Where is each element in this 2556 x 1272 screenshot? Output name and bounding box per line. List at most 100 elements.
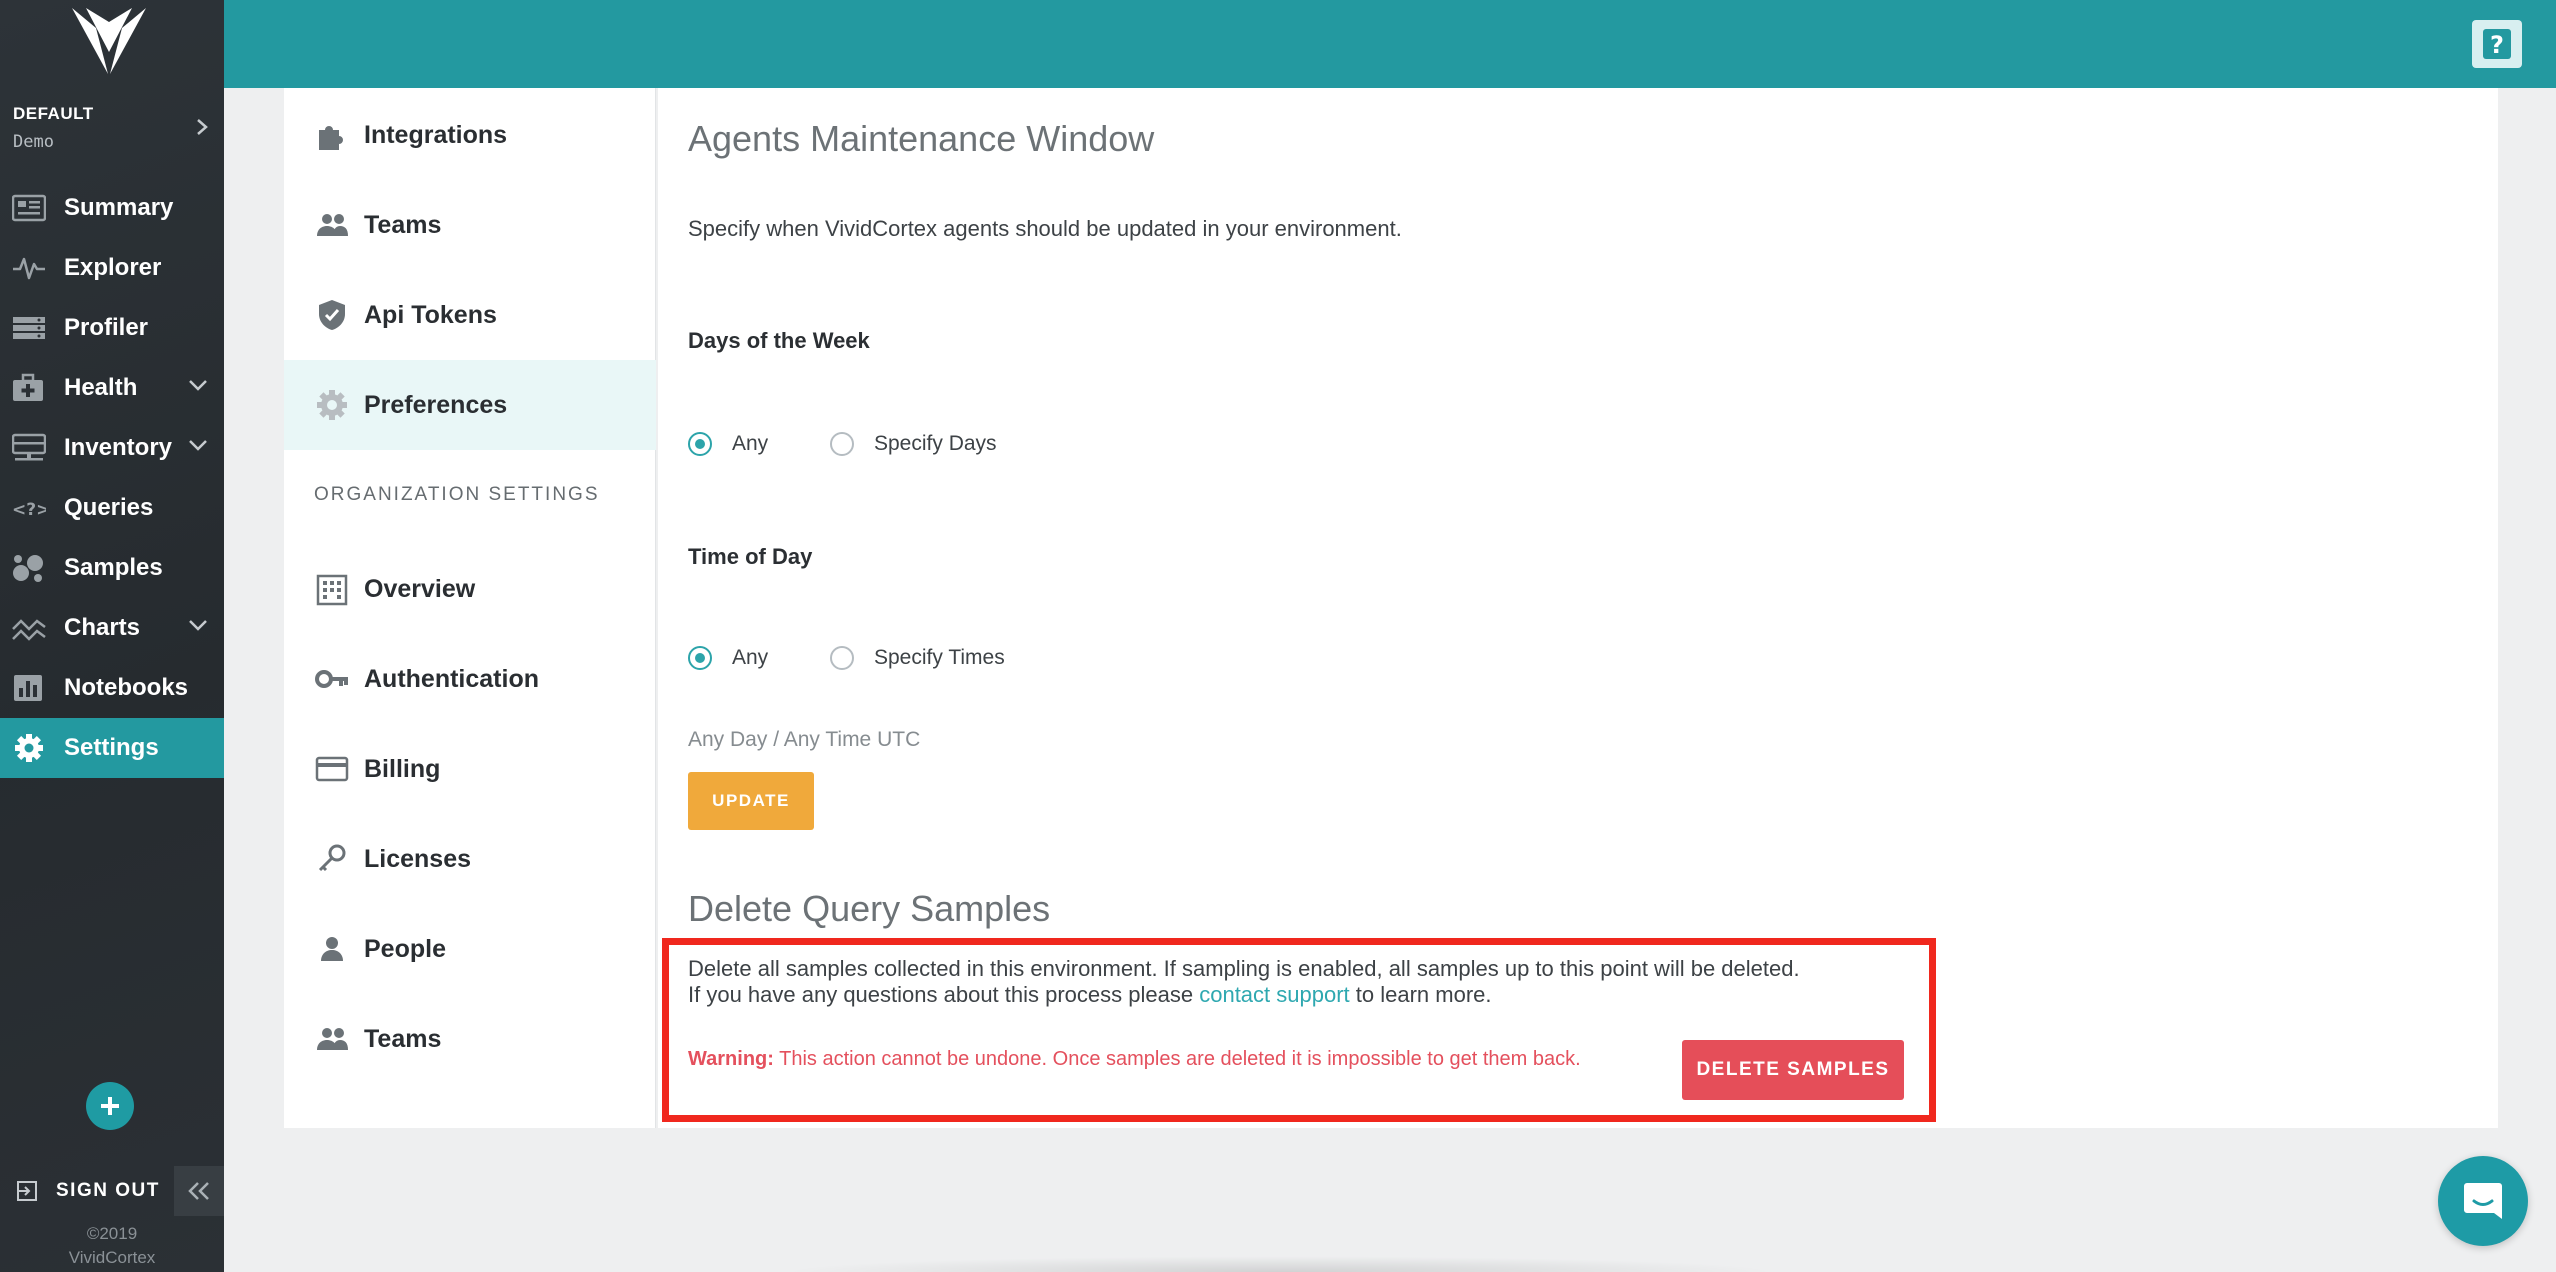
nav-item-queries[interactable]: <?> Queries: [0, 478, 224, 538]
help-text-suffix: to learn more.: [1349, 982, 1492, 1007]
vividcortex-logo-icon[interactable]: [72, 8, 146, 76]
gear-icon: [314, 387, 350, 423]
submenu-item-label: Integrations: [364, 120, 508, 149]
time-specify-radio[interactable]: Specify Times: [830, 646, 1005, 670]
warning-label: Warning:: [688, 1048, 774, 1070]
days-any-radio[interactable]: Any: [688, 432, 768, 456]
chat-bubble-icon: [2464, 1183, 2502, 1219]
submenu-item-label: Authentication: [364, 664, 539, 693]
submenu-item-label: Licenses: [364, 844, 472, 873]
radio-label: Specify Times: [874, 646, 1005, 669]
inventory-icon: [12, 432, 52, 464]
submenu-item-label: People: [364, 934, 446, 963]
chevron-down-icon: [189, 380, 207, 391]
submenu-item-licenses[interactable]: Licenses: [284, 814, 656, 904]
nav-list: Summary Explorer Profiler Health Invento…: [0, 178, 224, 778]
delete-samples-button[interactable]: DELETE SAMPLES: [1682, 1040, 1904, 1100]
update-button[interactable]: UPDATE: [688, 772, 814, 830]
help-button[interactable]: ?: [2472, 20, 2522, 68]
submenu-item-api-tokens[interactable]: Api Tokens: [284, 270, 656, 360]
submenu-item-org-teams[interactable]: Teams: [284, 994, 656, 1084]
add-button[interactable]: [86, 1082, 134, 1130]
people-icon: [314, 207, 350, 243]
nav-item-label: Settings: [64, 734, 159, 761]
question-mark-icon: ?: [2483, 29, 2511, 59]
organization-settings-heading: ORGANIZATION SETTINGS: [314, 484, 600, 505]
submenu-item-people[interactable]: People: [284, 904, 656, 994]
settings-submenu: Integrations Teams Api Tokens Preference…: [284, 88, 656, 1128]
footer-shadow: [780, 1256, 1780, 1272]
people-icon: [314, 1021, 350, 1057]
time-of-day-heading: Time of Day: [688, 544, 813, 569]
charts-icon: [12, 612, 52, 644]
nav-item-label: Explorer: [64, 254, 162, 281]
submenu-item-integrations[interactable]: Integrations: [284, 90, 656, 180]
nav-item-samples[interactable]: Samples: [0, 538, 224, 598]
copyright-year: ©2019: [86, 1224, 138, 1243]
schedule-summary: Any Day / Any Time UTC: [688, 728, 921, 751]
delete-samples-description: Delete all samples collected in this env…: [688, 956, 1800, 981]
nav-item-health[interactable]: Health: [0, 358, 224, 418]
submenu-item-billing[interactable]: Billing: [284, 724, 656, 814]
chevron-down-icon: [189, 620, 207, 631]
radio-unselected-indicator: [830, 646, 854, 670]
nav-item-label: Queries: [64, 494, 154, 521]
time-any-radio[interactable]: Any: [688, 646, 768, 670]
submenu-item-label: Teams: [364, 210, 442, 239]
nav-item-charts[interactable]: Charts: [0, 598, 224, 658]
notebooks-icon: [12, 672, 52, 704]
submenu-item-label: Overview: [364, 574, 476, 603]
environment-switcher[interactable]: DEFAULT Demo: [13, 104, 213, 156]
submenu-item-label: Preferences: [364, 390, 508, 419]
submenu-item-overview[interactable]: Overview: [284, 544, 656, 634]
top-bar: [224, 0, 2556, 88]
days-specify-radio[interactable]: Specify Days: [830, 432, 997, 456]
profiler-icon: [12, 312, 52, 344]
nav-item-label: Samples: [64, 554, 163, 581]
license-key-icon: [314, 841, 350, 877]
nav-item-settings[interactable]: Settings: [0, 718, 224, 778]
credit-card-icon: [314, 751, 350, 787]
copyright-company: VividCortex: [68, 1248, 156, 1267]
double-chevron-left-icon: [188, 1182, 209, 1200]
nav-item-explorer[interactable]: Explorer: [0, 238, 224, 298]
svg-text:?: ?: [2490, 31, 2504, 59]
sign-out-icon: [17, 1181, 37, 1201]
delete-samples-title: Delete Query Samples: [688, 888, 1051, 929]
copyright: ©2019 VividCortex: [0, 1222, 224, 1270]
plus-icon: [101, 1097, 119, 1115]
submenu-item-preferences[interactable]: Preferences: [284, 360, 656, 450]
submenu-item-label: Api Tokens: [364, 300, 497, 329]
submenu-item-label: Billing: [364, 754, 441, 783]
nav-item-label: Profiler: [64, 314, 149, 341]
building-icon: [314, 571, 350, 607]
radio-selected-indicator: [688, 432, 712, 456]
svg-text:<?>: <?>: [12, 500, 46, 520]
submenu-item-authentication[interactable]: Authentication: [284, 634, 656, 724]
radio-label: Specify Days: [874, 432, 997, 455]
delete-warning: Warning: This action cannot be undone. O…: [688, 1048, 1581, 1071]
submenu-item-teams[interactable]: Teams: [284, 180, 656, 270]
nav-item-label: Inventory: [64, 434, 173, 461]
chat-widget-button[interactable]: [2438, 1156, 2528, 1246]
collapse-sidebar-button[interactable]: [174, 1166, 224, 1216]
preferences-panel: Agents Maintenance Window Specify when V…: [658, 88, 2498, 1128]
chevron-right-icon: [197, 119, 208, 135]
contact-support-link[interactable]: contact support: [1199, 982, 1349, 1007]
nav-item-profiler[interactable]: Profiler: [0, 298, 224, 358]
queries-icon: <?>: [12, 492, 52, 524]
delete-samples-help: If you have any questions about this pro…: [688, 982, 1492, 1008]
shield-icon: [314, 297, 350, 333]
nav-item-summary[interactable]: Summary: [0, 178, 224, 238]
nav-item-inventory[interactable]: Inventory: [0, 418, 224, 478]
puzzle-icon: [314, 117, 350, 153]
nav-item-notebooks[interactable]: Notebooks: [0, 658, 224, 718]
person-icon: [314, 931, 350, 967]
maintenance-window-title: Agents Maintenance Window: [688, 118, 1155, 159]
sign-out-label: SIGN OUT: [56, 1180, 160, 1201]
chevron-down-icon: [189, 440, 207, 451]
nav-item-label: Summary: [64, 194, 174, 221]
days-of-week-heading: Days of the Week: [688, 328, 870, 353]
main-nav-sidebar: DEFAULT Demo Summary Explorer Profiler H…: [0, 0, 224, 1272]
submenu-item-label: Teams: [364, 1024, 442, 1053]
